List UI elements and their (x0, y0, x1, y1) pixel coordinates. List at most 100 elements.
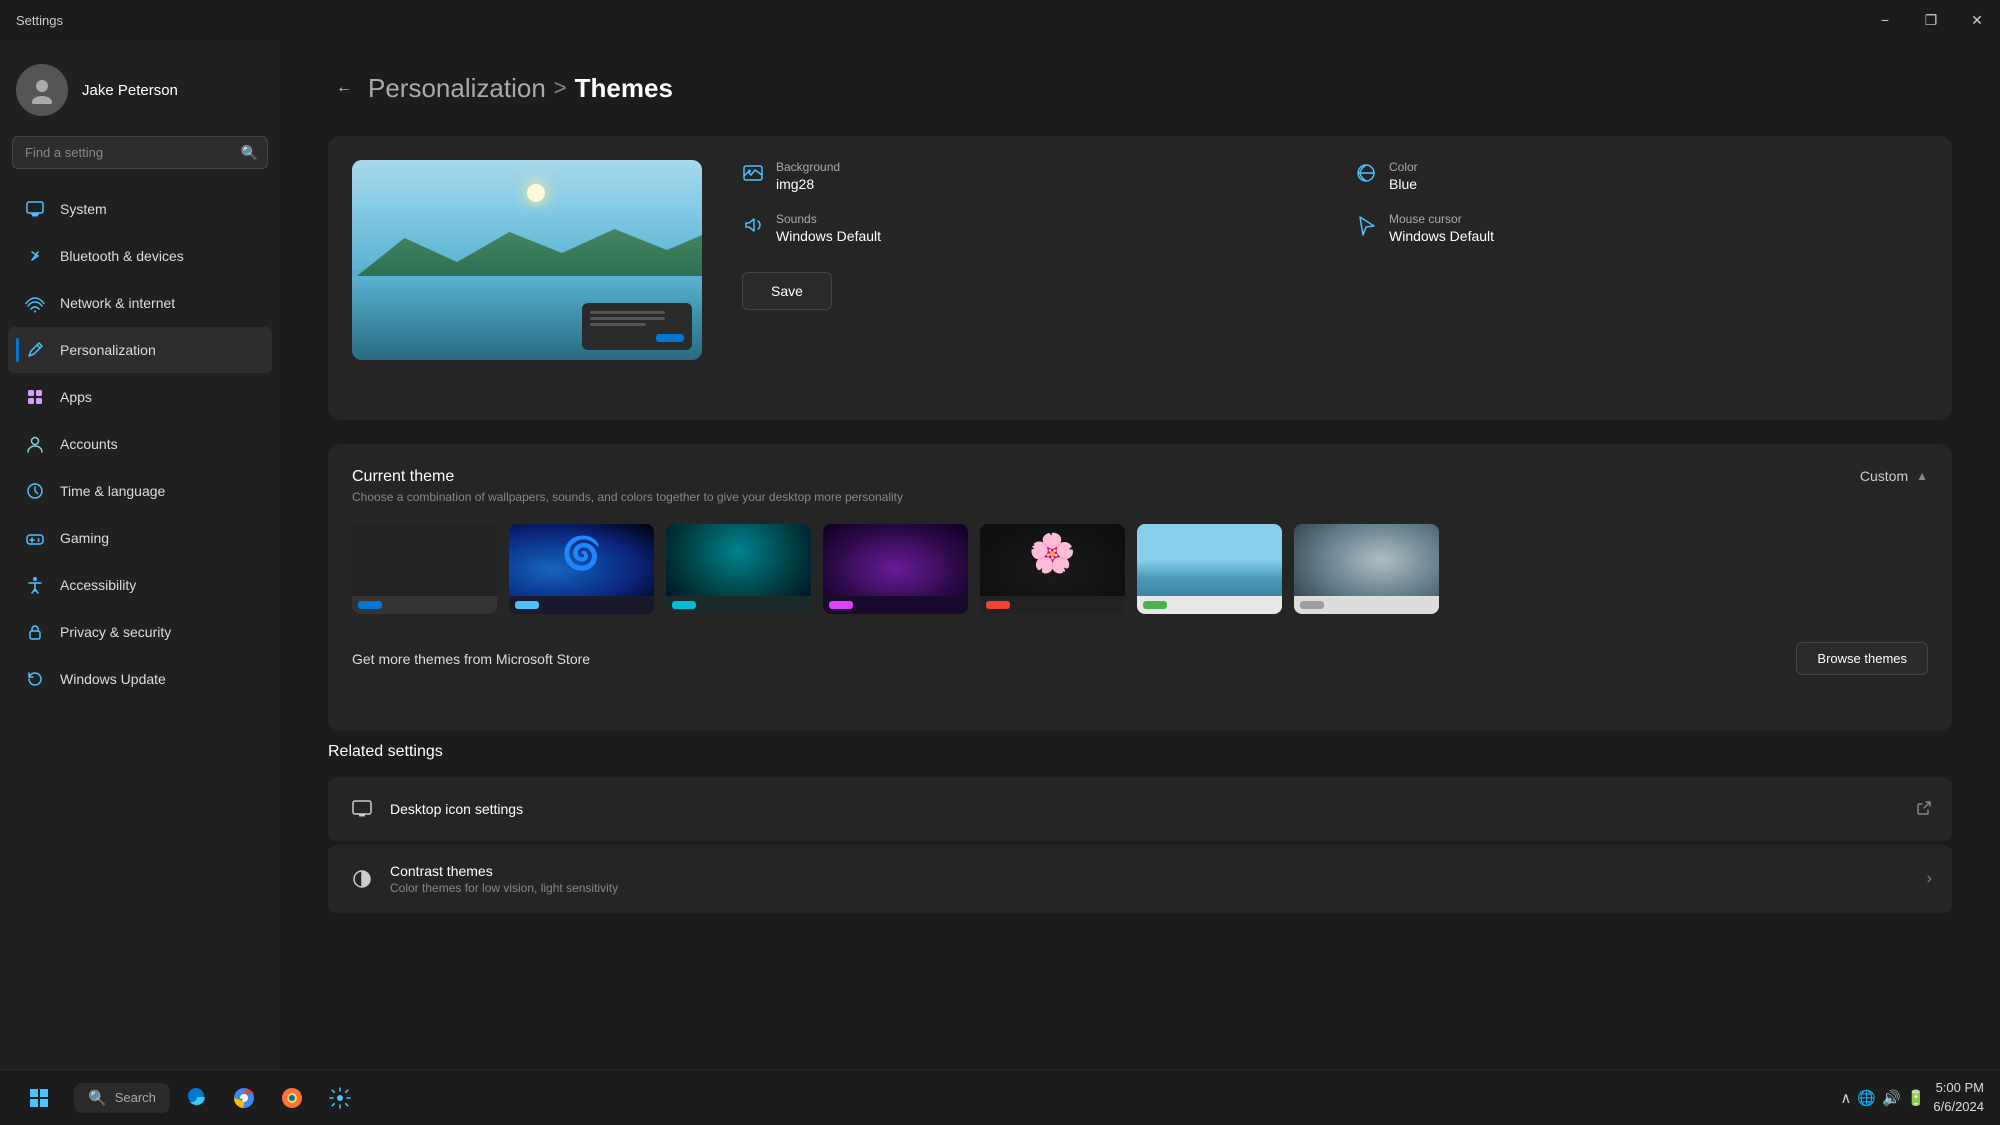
sidebar-item-time[interactable]: Time & language (8, 468, 272, 514)
sidebar-item-update[interactable]: Windows Update (8, 656, 272, 702)
mouse-cursor-icon (1355, 214, 1377, 242)
sounds-value: Windows Default (776, 228, 881, 244)
browse-themes-button[interactable]: Browse themes (1796, 642, 1928, 675)
desktop-icon-settings-row[interactable]: Desktop icon settings (328, 777, 1952, 841)
current-theme-section: Current theme Choose a combination of wa… (328, 444, 1952, 731)
time-icon (24, 480, 46, 502)
main-content: ← Personalization > Themes (280, 40, 2000, 1069)
thumb-bar-7 (1294, 596, 1439, 614)
taskbar-chrome-icon[interactable] (222, 1076, 266, 1120)
sidebar-item-privacy[interactable]: Privacy & security (8, 609, 272, 655)
network-sys-icon[interactable]: 🌐 (1857, 1089, 1876, 1107)
taskbar-sys-icons: ∧ 🌐 🔊 🔋 (1840, 1089, 1925, 1107)
taskbar-clock[interactable]: 5:00 PM 6/6/2024 (1933, 1079, 1984, 1115)
sidebar-label-system: System (60, 201, 107, 217)
badge-label: Custom (1860, 468, 1908, 484)
taskbar-date-value: 6/6/2024 (1933, 1098, 1984, 1116)
taskbar-firefox-icon[interactable] (270, 1076, 314, 1120)
taskbar-edge-icon[interactable] (174, 1076, 218, 1120)
close-button[interactable]: ✕ (1954, 0, 2000, 40)
sidebar-item-network[interactable]: Network & internet (8, 280, 272, 326)
background-info[interactable]: Background img28 (742, 160, 1315, 192)
thumb-bar-2 (509, 596, 654, 614)
current-theme-badge[interactable]: Custom ▲ (1860, 468, 1928, 484)
theme-thumb-win11[interactable]: 🌀 (509, 524, 654, 614)
store-link-text[interactable]: Get more themes from Microsoft Store (352, 651, 590, 667)
taskbar-search[interactable]: 🔍 Search (74, 1083, 170, 1113)
sounds-info[interactable]: Sounds Windows Default (742, 212, 1315, 244)
sidebar-item-apps[interactable]: Apps (8, 374, 272, 420)
preview-line-1 (590, 311, 665, 314)
mouse-cursor-info[interactable]: Mouse cursor Windows Default (1355, 212, 1928, 244)
sidebar-item-accounts[interactable]: Accounts (8, 421, 272, 467)
theme-thumb-swirl[interactable] (1294, 524, 1439, 614)
sidebar-item-gaming[interactable]: Gaming (8, 515, 272, 561)
sidebar-search: 🔍 (12, 136, 268, 169)
taskbar-settings-icon[interactable] (318, 1076, 362, 1120)
theme-thumb-purple[interactable] (823, 524, 968, 614)
sidebar-item-accessibility[interactable]: Accessibility (8, 562, 272, 608)
background-value: img28 (776, 176, 840, 192)
theme-thumb-landscape[interactable] (1137, 524, 1282, 614)
theme-preview-section: Background img28 Color Blue (328, 136, 1952, 420)
sidebar-label-personalization: Personalization (60, 342, 156, 358)
contrast-themes-label: Contrast themes (390, 863, 618, 879)
contrast-themes-text: Contrast themes Color themes for low vis… (390, 863, 618, 895)
maximize-button[interactable]: ❐ (1908, 0, 1954, 40)
section-subtitle: Choose a combination of wallpapers, soun… (352, 490, 903, 504)
sidebar-profile[interactable]: Jake Peterson (0, 40, 280, 136)
accounts-icon (24, 433, 46, 455)
desktop-icon-settings-icon (348, 795, 376, 823)
thumb-btn-6 (1143, 601, 1167, 609)
thumb-bar-5 (980, 596, 1125, 614)
preview-btn-bar (590, 334, 684, 342)
preview-line-2 (590, 317, 665, 320)
titlebar-controls: − ❐ ✕ (1862, 0, 2000, 40)
volume-sys-icon[interactable]: 🔊 (1882, 1089, 1901, 1107)
avatar (16, 64, 68, 116)
contrast-icon (348, 865, 376, 893)
preview-mini-btn (656, 334, 684, 342)
thumb-btn-7 (1300, 601, 1324, 609)
chevron-up-sys[interactable]: ∧ (1840, 1089, 1851, 1107)
thumb-bar-1 (352, 596, 497, 614)
preview-sun (527, 184, 545, 202)
breadcrumb-parent[interactable]: Personalization (368, 73, 546, 104)
theme-preview-image (352, 160, 702, 360)
chevron-right-icon: › (1927, 870, 1932, 888)
sounds-icon (742, 214, 764, 242)
theme-thumb-landscape-inner (1137, 524, 1282, 614)
minimize-button[interactable]: − (1862, 0, 1908, 40)
sounds-text: Sounds Windows Default (776, 212, 881, 244)
preview-line-3 (590, 323, 646, 326)
related-title: Related settings (328, 743, 1952, 761)
sidebar-label-accounts: Accounts (60, 436, 118, 452)
contrast-themes-row[interactable]: Contrast themes Color themes for low vis… (328, 845, 1952, 913)
taskbar-search-icon: 🔍 (88, 1089, 107, 1107)
sidebar-label-accessibility: Accessibility (60, 577, 136, 593)
windows-start-button[interactable] (16, 1075, 62, 1121)
titlebar-left: Settings (16, 13, 63, 28)
theme-thumb-floral[interactable]: 🌸 (980, 524, 1125, 614)
theme-thumb-dark-inner (352, 524, 497, 614)
color-value: Blue (1389, 176, 1418, 192)
color-label: Color (1389, 160, 1418, 174)
win11-flower: 🌀 (562, 534, 602, 572)
search-input[interactable] (12, 136, 268, 169)
battery-sys-icon[interactable]: 🔋 (1907, 1089, 1926, 1107)
store-link-row: Get more themes from Microsoft Store Bro… (352, 642, 1928, 675)
section-header-left: Current theme Choose a combination of wa… (352, 468, 903, 504)
sidebar-item-system[interactable]: System (8, 186, 272, 232)
theme-thumbnails: 🌀 (352, 524, 1928, 614)
back-button[interactable]: ← (328, 72, 360, 104)
theme-thumb-teal[interactable] (666, 524, 811, 614)
sidebar-label-privacy: Privacy & security (60, 624, 171, 640)
theme-thumb-dark[interactable] (352, 524, 497, 614)
chevron-up-icon: ▲ (1916, 469, 1928, 483)
save-button[interactable]: Save (742, 272, 832, 310)
color-info[interactable]: Color Blue (1355, 160, 1928, 192)
sidebar-item-personalization[interactable]: Personalization (8, 327, 272, 373)
thumb-btn-1 (358, 601, 382, 609)
sidebar-item-bluetooth[interactable]: Bluetooth & devices (8, 233, 272, 279)
preview-dialog (582, 303, 692, 350)
